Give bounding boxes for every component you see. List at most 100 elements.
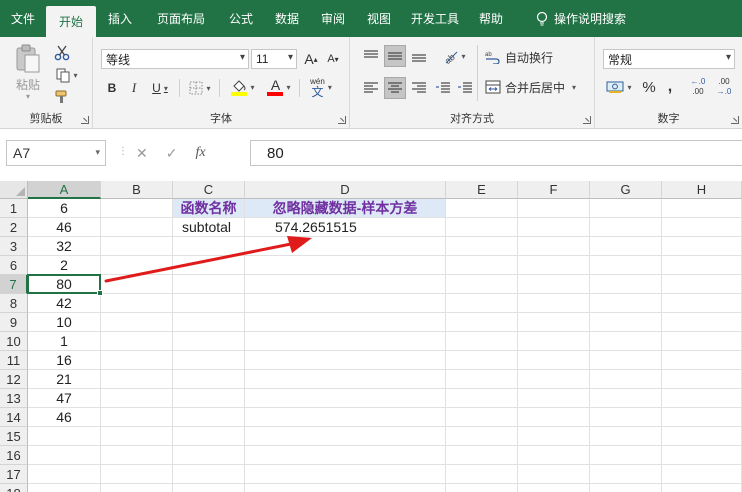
align-bottom-button[interactable]	[408, 45, 430, 67]
merge-center-button[interactable]: 合并后居中 ▾	[485, 77, 589, 97]
align-center-button[interactable]	[384, 77, 406, 99]
align-bottom-icon	[412, 54, 426, 62]
tab-6[interactable]: 审阅	[310, 0, 356, 37]
italic-icon: I	[131, 80, 137, 95]
fill-color-button[interactable]: ▾	[227, 76, 259, 98]
cut-button[interactable]	[52, 43, 72, 63]
wrap-text-button[interactable]: ab 自动换行	[485, 47, 567, 67]
align-top-icon	[364, 50, 378, 58]
merge-center-icon	[485, 80, 501, 94]
bold-button[interactable]: B	[103, 78, 121, 98]
align-right-button[interactable]	[408, 77, 430, 99]
shrink-font-button[interactable]: A ▾	[323, 49, 343, 69]
merge-center-label: 合并后居中	[505, 80, 566, 95]
tab-7[interactable]: 视图	[356, 0, 402, 37]
ribbon: 粘贴 ▾ ▾ 剪贴板 等线 ▾ 11 ▾ A ▴ A ▾ B I U ▾ ▾ ▾…	[0, 37, 742, 129]
increase-indent-icon	[458, 82, 472, 93]
formula-input[interactable]: 80	[250, 140, 742, 166]
font-name-select[interactable]: 等线 ▾	[101, 49, 249, 69]
scissors-icon	[54, 45, 70, 61]
align-middle-icon	[388, 52, 402, 60]
borders-button[interactable]: ▾	[185, 78, 215, 98]
phonetic-icon: 文	[311, 85, 324, 99]
format-painter-button[interactable]	[52, 87, 72, 107]
insert-function-icon[interactable]: fx	[195, 145, 205, 161]
shrink-font-icon: A	[327, 53, 335, 65]
name-box-value: A7	[13, 145, 31, 161]
chevron-down-icon: ▾	[627, 82, 632, 92]
tab-1[interactable]: 开始	[46, 6, 96, 37]
grow-font-button[interactable]: A ▴	[301, 49, 321, 69]
paint-bucket-icon	[231, 80, 248, 96]
tab-5[interactable]: 数据	[264, 0, 310, 37]
copy-icon	[56, 68, 70, 82]
percent-icon: %	[642, 78, 656, 96]
lightbulb-icon	[536, 11, 548, 27]
grow-font-icon: A	[304, 51, 314, 67]
decrease-decimal-button[interactable]: .00 →.0	[713, 75, 735, 99]
font-size-select[interactable]: 11 ▾	[251, 49, 297, 69]
font-color-swatch	[267, 92, 284, 96]
separator	[299, 79, 300, 97]
percent-button[interactable]: %	[639, 77, 659, 97]
enter-icon[interactable]: ✓	[166, 145, 178, 162]
phonetic-guide-button[interactable]: wén 文 ▾	[305, 75, 337, 99]
align-middle-button[interactable]	[384, 45, 406, 67]
worksheet-grid: A B C D E F G H 1 6 函数名称 忽略隐藏数据-样本方差 2 46 subtotal 574.…	[0, 181, 742, 492]
wrap-text-label: 自动换行	[505, 50, 554, 65]
align-left-icon	[364, 82, 378, 93]
tab-8[interactable]: 开发工具	[402, 0, 468, 37]
chevron-down-icon: ▾	[250, 82, 255, 92]
separator	[477, 45, 478, 101]
decrease-indent-button[interactable]	[432, 77, 454, 99]
font-group-label: 字体	[210, 113, 232, 125]
tab-4[interactable]: 公式	[218, 0, 264, 37]
chevron-down-icon: ▾	[163, 83, 168, 93]
number-format-select[interactable]: 常规 ▾	[603, 49, 735, 69]
paste-icon	[16, 44, 40, 72]
font-color-button[interactable]: A ▾	[263, 76, 295, 98]
underline-icon: U	[152, 81, 161, 95]
tab-2[interactable]: 插入	[96, 0, 144, 37]
increase-decimal-button[interactable]: ←.0 .00	[687, 75, 709, 99]
chevron-down-icon: ▾	[286, 82, 291, 92]
align-top-button[interactable]	[360, 45, 382, 67]
comma-style-button[interactable]: ,	[661, 77, 679, 97]
tab-0[interactable]: 文件	[0, 0, 46, 37]
underline-button[interactable]: U ▾	[147, 78, 173, 98]
cancel-icon[interactable]: ✕	[136, 145, 148, 162]
orientation-button[interactable]: ab ▾	[438, 45, 470, 67]
copy-button[interactable]: ▾	[52, 65, 82, 85]
svg-text:ab: ab	[485, 52, 492, 58]
dialog-launcher-icon[interactable]	[81, 116, 89, 124]
dialog-launcher-icon[interactable]	[338, 116, 346, 124]
alignment-group: 对齐方式 ab 自动换行 合并后居中 ▾ ab ▾	[350, 37, 595, 129]
align-center-icon	[388, 82, 402, 93]
annotation-arrow	[104, 236, 312, 283]
tell-me-search[interactable]: 操作说明搜索	[524, 0, 638, 37]
increase-indent-button[interactable]	[454, 77, 476, 99]
paste-button[interactable]: 粘贴 ▾	[10, 43, 46, 101]
tab-3[interactable]: 页面布局	[144, 0, 218, 37]
border-icon	[189, 81, 203, 95]
number-format-value: 常规	[608, 52, 633, 67]
decrease-decimal-icon: .0	[724, 87, 732, 96]
tab-9[interactable]: 帮助	[468, 0, 514, 37]
align-left-button[interactable]	[360, 77, 382, 99]
font-group: 等线 ▾ 11 ▾ A ▴ A ▾ B I U ▾ ▾ ▾ A ▾ wén 文 …	[93, 37, 350, 129]
clipboard-group: 粘贴 ▾ ▾ 剪贴板	[0, 37, 93, 129]
tell-me-label: 操作说明搜索	[554, 12, 627, 26]
chevron-down-icon: ▾	[73, 70, 78, 80]
separator	[179, 79, 180, 97]
number-group: 常规 ▾ ▾ % , ←.0 .00 .00 →.0 数字	[595, 37, 742, 129]
name-box[interactable]: A7 ▾	[6, 140, 106, 166]
dialog-launcher-icon[interactable]	[731, 116, 739, 124]
chevron-down-icon: ▾	[287, 52, 293, 63]
orientation-icon: ab	[443, 51, 458, 64]
currency-format-button[interactable]: ▾	[603, 77, 635, 97]
paste-label: 粘贴	[15, 77, 40, 92]
italic-button[interactable]: I	[125, 78, 143, 98]
font-size-value: 11	[256, 52, 269, 66]
separator	[219, 79, 220, 97]
dialog-launcher-icon[interactable]	[583, 116, 591, 124]
